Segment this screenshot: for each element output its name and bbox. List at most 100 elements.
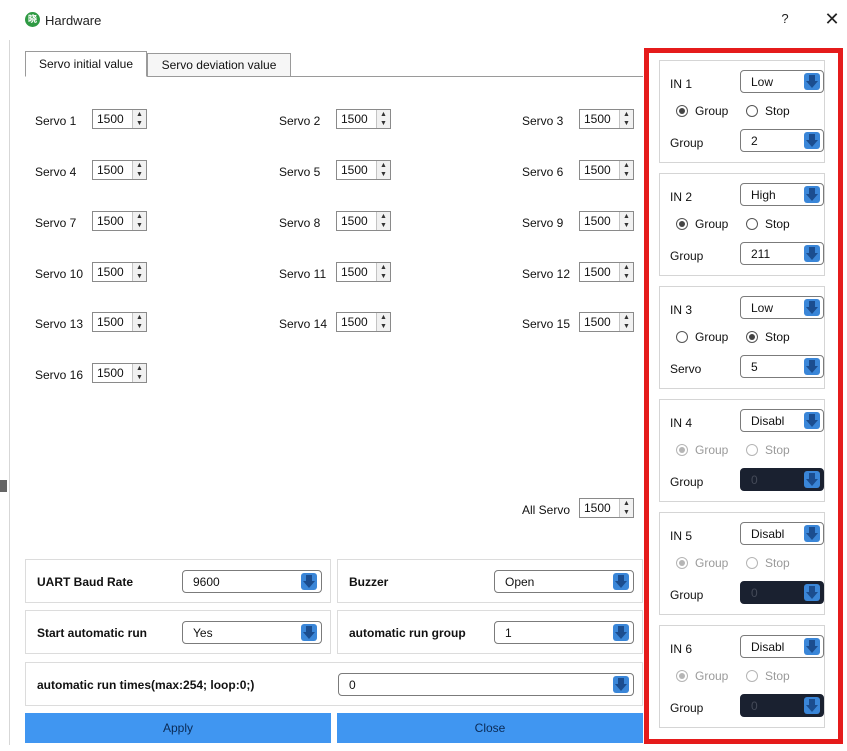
servo-spinbox[interactable]: 1500 ▲ ▼ — [579, 109, 634, 129]
chevron-down-icon — [301, 573, 317, 590]
servo-value: 1500 — [97, 366, 124, 380]
automatic-run-group-select[interactable]: 1 — [494, 621, 634, 644]
servo-spinbox[interactable]: 1500 ▲ ▼ — [92, 211, 147, 231]
servo-label: Servo 4 — [35, 165, 77, 179]
input-target-select[interactable]: 0 — [740, 694, 824, 717]
servo-value: 1500 — [584, 315, 611, 329]
servo-spinbox[interactable]: 1500 ▲ ▼ — [579, 262, 634, 282]
close-button[interactable]: Close — [337, 713, 643, 743]
servo-spinbox[interactable]: 1500 ▲ ▼ — [92, 312, 147, 332]
group-radio[interactable]: Group — [676, 669, 728, 683]
spin-arrows-icon[interactable]: ▲ ▼ — [619, 110, 633, 128]
apply-button[interactable]: Apply — [25, 713, 331, 743]
servo-spinbox[interactable]: 1500 ▲ ▼ — [92, 262, 147, 282]
spin-arrows-icon[interactable]: ▲ ▼ — [619, 499, 633, 517]
spin-arrows-icon[interactable]: ▲ ▼ — [619, 313, 633, 331]
servo-spinbox[interactable]: 1500 ▲ ▼ — [579, 160, 634, 180]
group-radio[interactable]: Group — [676, 330, 728, 344]
servo-value: 1500 — [97, 163, 124, 177]
stop-radio-label: Stop — [765, 443, 790, 457]
spin-arrows-icon[interactable]: ▲ ▼ — [132, 263, 146, 281]
start-automatic-run-select[interactable]: Yes — [182, 621, 322, 644]
servo-spinbox[interactable]: 1500 ▲ ▼ — [336, 262, 391, 282]
spin-arrows-icon[interactable]: ▲ ▼ — [132, 364, 146, 382]
input-level-select[interactable]: Disabl — [740, 522, 824, 545]
servo-label: Servo 11 — [279, 267, 327, 281]
servo-spinbox[interactable]: 1500 ▲ ▼ — [92, 109, 147, 129]
spin-arrows-icon[interactable]: ▲ ▼ — [376, 313, 390, 331]
servo-row: Servo 10 1500 ▲ ▼ — [35, 262, 147, 284]
group-radio[interactable]: Group — [676, 217, 728, 231]
spin-arrows-icon[interactable]: ▲ ▼ — [376, 212, 390, 230]
spin-arrows-icon[interactable]: ▲ ▼ — [132, 212, 146, 230]
uart-baud-rate-label: UART Baud Rate — [37, 575, 134, 589]
spin-arrows-icon[interactable]: ▲ ▼ — [376, 161, 390, 179]
servo-spinbox[interactable]: 1500 ▲ ▼ — [336, 312, 391, 332]
group-radio-label: Group — [695, 217, 729, 231]
servo-label: Servo 13 — [35, 317, 84, 331]
close-icon[interactable]: ✕ — [823, 9, 841, 29]
servo-spinbox[interactable]: 1500 ▲ ▼ — [92, 363, 147, 383]
group-radio[interactable]: Group — [676, 556, 728, 570]
spin-arrows-icon[interactable]: ▲ ▼ — [376, 110, 390, 128]
stop-radio[interactable]: Stop — [746, 217, 790, 231]
all-servo-label: All Servo — [522, 503, 571, 517]
servo-value: 1500 — [97, 112, 124, 126]
input-target-select[interactable]: 0 — [740, 581, 824, 604]
servo-label: Servo 14 — [279, 317, 328, 331]
servo-spinbox[interactable]: 1500 ▲ ▼ — [336, 160, 391, 180]
buzzer-row: Buzzer Open — [337, 559, 643, 603]
spin-arrows-icon[interactable]: ▲ ▼ — [619, 161, 633, 179]
tab-servo-deviation-value[interactable]: Servo deviation value — [147, 53, 291, 77]
spin-arrows-icon[interactable]: ▲ ▼ — [132, 313, 146, 331]
input-target-label: Group — [670, 588, 704, 602]
stop-radio[interactable]: Stop — [746, 669, 790, 683]
stop-radio[interactable]: Stop — [746, 104, 790, 118]
input-level-select[interactable]: High — [740, 183, 824, 206]
input-level-select[interactable]: Disabl — [740, 409, 824, 432]
servo-spinbox[interactable]: 1500 ▲ ▼ — [336, 211, 391, 231]
spin-arrows-icon[interactable]: ▲ ▼ — [376, 263, 390, 281]
automatic-run-times-select[interactable]: 0 — [338, 673, 634, 696]
input-level-select[interactable]: Low — [740, 296, 824, 319]
group-radio[interactable]: Group — [676, 443, 728, 457]
radio-dot-icon — [746, 331, 758, 343]
servo-spinbox[interactable]: 1500 ▲ ▼ — [336, 109, 391, 129]
chevron-down-icon — [613, 573, 629, 590]
group-radio-label: Group — [695, 669, 729, 683]
spin-arrows-icon[interactable]: ▲ ▼ — [619, 212, 633, 230]
input-target-select[interactable]: 2 — [740, 129, 824, 152]
all-servo-row: All Servo 1500 ▲ ▼ — [522, 498, 634, 520]
radio-dot-icon — [676, 557, 688, 569]
input-level-value: Low — [751, 75, 774, 89]
all-servo-spinbox[interactable]: 1500 ▲ ▼ — [579, 498, 634, 518]
servo-row: Servo 7 1500 ▲ ▼ — [35, 211, 147, 233]
servo-value: 1500 — [97, 265, 124, 279]
input-level-select[interactable]: Low — [740, 70, 824, 93]
stop-radio[interactable]: Stop — [746, 556, 790, 570]
stop-radio[interactable]: Stop — [746, 330, 790, 344]
input-target-select[interactable]: 211 — [740, 242, 824, 265]
spin-arrows-icon[interactable]: ▲ ▼ — [132, 110, 146, 128]
servo-spinbox[interactable]: 1500 ▲ ▼ — [579, 211, 634, 231]
group-radio[interactable]: Group — [676, 104, 728, 118]
input-target-select[interactable]: 0 — [740, 468, 824, 491]
help-button[interactable]: ? — [778, 11, 792, 29]
input-target-select[interactable]: 5 — [740, 355, 824, 378]
automatic-run-group-row: automatic run group 1 — [337, 610, 643, 654]
servo-row: Servo 3 1500 ▲ ▼ — [522, 109, 634, 131]
spin-arrows-icon[interactable]: ▲ ▼ — [132, 161, 146, 179]
input-level-select[interactable]: Disabl — [740, 635, 824, 658]
input-level-value: Disabl — [751, 414, 785, 428]
servo-value: 1500 — [341, 315, 368, 329]
servo-spinbox[interactable]: 1500 ▲ ▼ — [579, 312, 634, 332]
automatic-run-group-label: automatic run group — [349, 626, 466, 640]
buzzer-select[interactable]: Open — [494, 570, 634, 593]
stop-radio-label: Stop — [765, 104, 790, 118]
uart-baud-rate-select[interactable]: 9600 — [182, 570, 322, 593]
tab-servo-initial-value[interactable]: Servo initial value — [25, 51, 147, 77]
spin-arrows-icon[interactable]: ▲ ▼ — [619, 263, 633, 281]
group-radio-label: Group — [695, 330, 729, 344]
stop-radio[interactable]: Stop — [746, 443, 790, 457]
servo-spinbox[interactable]: 1500 ▲ ▼ — [92, 160, 147, 180]
